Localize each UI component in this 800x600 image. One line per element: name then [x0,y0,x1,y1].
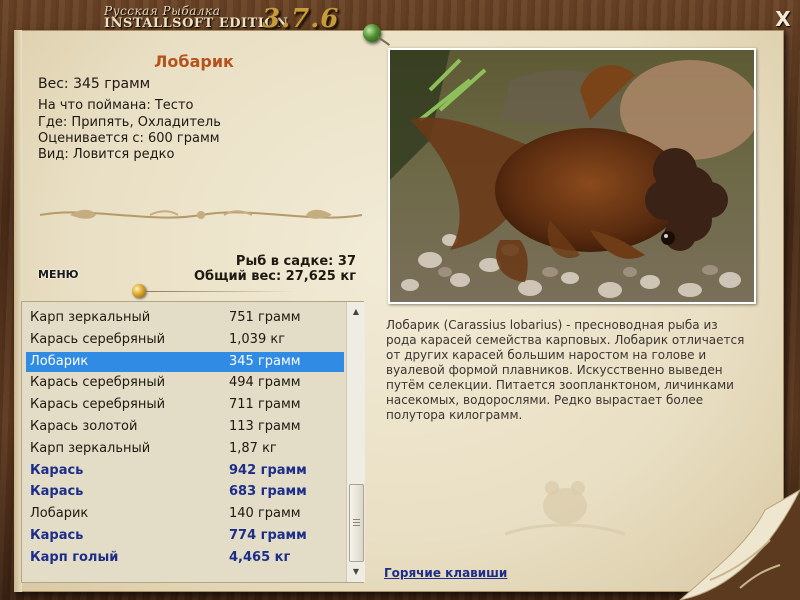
catch-row-fish-name: Карась [30,462,84,478]
scroll-grip-icon [353,519,360,526]
catch-row-fish-name: Лобарик [30,506,89,522]
page-curl-ornament [679,489,800,600]
catch-list-row[interactable]: Карась 942 грамм [26,461,344,481]
catch-list-row[interactable]: Карась 683 грамм [26,482,344,502]
catch-row-fish-name: Карп зеркальный [30,310,151,325]
cage-stats: Рыб в садке: 37 Общий вес: 27,625 кг [194,254,356,284]
catch-row-fish-weight: 1,039 кг [229,331,286,347]
game-title-main: INSTALLSOFT EDITION [104,16,289,31]
fish-photo [388,48,756,304]
float-ball-icon [132,284,146,298]
catch-row-fish-weight: 774 грамм [229,528,307,543]
fish-silhouette-icon [504,481,626,536]
catch-row-fish-weight: 345 грамм [229,353,301,369]
cage-fish-count: Рыб в садке: 37 [235,254,356,269]
catch-row-fish-name: Карась серебряный [30,375,166,391]
fish-bait: На что поймана: Тесто [38,98,194,113]
catch-list-row[interactable]: Лобарик 345 грамм [26,351,344,372]
catch-list-row[interactable]: Карась серебряный 494 грамм [26,373,344,393]
title-bar: Русская Рыбалка INSTALLSOFT EDITION 3.7.… [0,0,800,34]
fish-kind: Вид: Ловится редко [38,147,175,162]
catch-list-row[interactable]: Карась золотой 113 грамм [26,417,344,437]
catch-row-fish-name: Карась золотой [30,419,138,434]
catch-row-fish-name: Карась серебряный [30,331,166,347]
scroll-thumb[interactable] [349,484,364,562]
catch-row-fish-weight: 751 грамм [229,310,301,325]
fish-description: Лобарик (Carassius lobarius) - пресновод… [386,318,745,422]
fish-rated-from: Оценивается с: 600 грамм [38,131,220,146]
catch-list-row[interactable]: Карась 774 грамм [26,526,344,546]
catch-list: Карп зеркальный 751 грамм Карась серебряны… [21,301,365,583]
catch-list-row[interactable]: Лобарик 140 грамм [26,504,344,524]
catch-row-fish-name: Карась серебряный [30,397,166,413]
ornament-divider [39,209,363,219]
catch-list-row[interactable]: Карп зеркальный 1,87 кг [26,439,344,459]
scroll-up-arrow-icon[interactable]: ▲ [347,304,365,320]
pushpin-icon [363,24,381,42]
catch-row-fish-name: Карась [30,528,84,543]
fishing-line [145,291,295,292]
catch-list-scrollbar[interactable]: ▲ ▼ [346,302,365,582]
catch-row-fish-weight: 140 грамм [229,506,301,522]
catch-list-row[interactable]: Карп голый 4,465 кг [26,548,344,568]
catch-row-fish-weight: 942 грамм [229,462,307,478]
catch-row-fish-name: Карась [30,484,84,500]
catch-row-fish-weight: 494 грамм [229,375,301,391]
scroll-down-arrow-icon[interactable]: ▼ [347,564,365,580]
catch-row-fish-name: Лобарик [30,353,89,369]
menu-button[interactable]: МЕНЮ [38,268,79,281]
fish-location: Где: Припять, Охладитель [38,115,221,130]
catch-row-fish-weight: 1,87 кг [229,440,277,456]
catch-row-fish-weight: 711 грамм [229,397,301,413]
catch-row-fish-name: Карп голый [30,549,119,565]
fish-name-title: Лобарик [154,52,234,71]
catch-row-fish-weight: 113 грамм [229,419,301,434]
close-button[interactable]: X [772,8,794,30]
fish-photo-image [390,50,754,302]
catch-row-fish-weight: 683 грамм [229,484,307,500]
cage-total-weight: Общий вес: 27,625 кг [193,269,356,284]
fish-weight: Вес: 345 грамм [38,76,151,92]
catch-list-row[interactable]: Карась серебряный 711 грамм [26,395,344,415]
hotkeys-link[interactable]: Горячие клавиши [384,566,507,580]
catch-list-body: Карп зеркальный 751 грамм Карась серебряны… [22,302,346,582]
catch-row-fish-weight: 4,465 кг [229,549,291,565]
catch-list-row[interactable]: Карп зеркальный 751 грамм [26,308,344,328]
catch-list-row[interactable]: Карась серебряный 1,039 кг [26,330,344,350]
catch-row-fish-name: Карп зеркальный [30,440,151,456]
